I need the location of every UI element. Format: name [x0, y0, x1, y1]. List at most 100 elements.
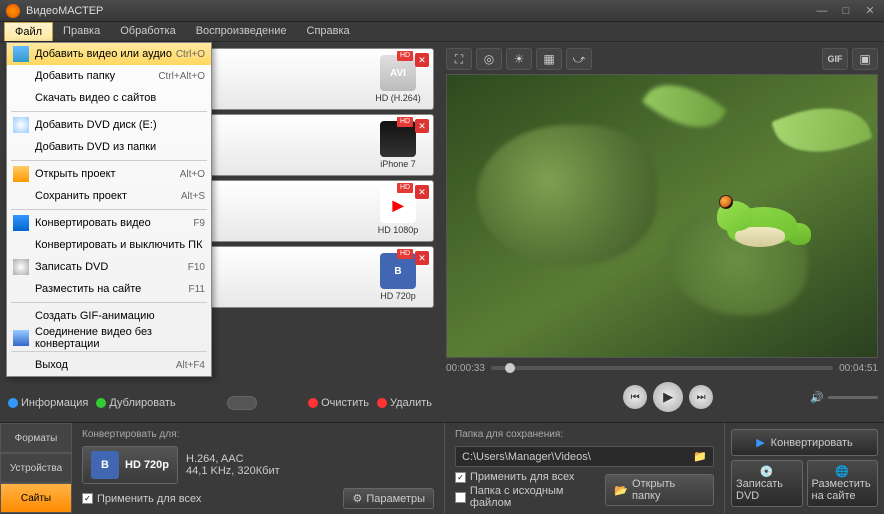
menu-item-label: Добавить видео или аудио [35, 48, 176, 60]
save-path-field[interactable]: C:\Users\Manager\Videos\ 📁 [455, 446, 714, 467]
menu-shortcut: Alt+O [180, 169, 205, 180]
menu-item[interactable]: Конвертировать видеоF9 [7, 212, 211, 234]
params-button[interactable]: ⚙Параметры [343, 488, 434, 509]
next-button[interactable]: ⏭ [689, 385, 713, 409]
menu-item-label: Создать GIF-анимацию [35, 310, 205, 322]
menu-playback[interactable]: Воспроизведение [186, 22, 297, 41]
add-media-icon [13, 46, 29, 62]
titlebar: ВидеоМАСТЕР — □ ✕ [0, 0, 884, 22]
seek-thumb[interactable] [505, 363, 515, 373]
effects-icon[interactable]: ◎ [476, 48, 502, 70]
source-folder-checkbox[interactable]: Папка с исходным файлом [455, 485, 605, 509]
app-logo-icon [6, 4, 20, 18]
remove-file-button[interactable]: ✕ [415, 251, 429, 265]
menu-shortcut: Alt+S [181, 191, 205, 202]
tab-formats[interactable]: Форматы [0, 423, 72, 453]
menu-item-label: Соединение видео без конвертации [35, 326, 205, 350]
prev-button[interactable]: ⏮ [623, 385, 647, 409]
time-current: 00:00:33 [446, 363, 485, 374]
menu-item-label: Конвертировать видео [35, 217, 193, 229]
merge-icon [13, 330, 29, 346]
menu-help[interactable]: Справка [297, 22, 360, 41]
save-panel: Папка для сохранения: C:\Users\Manager\V… [444, 423, 724, 514]
delete-button[interactable]: Удалить [377, 397, 432, 409]
maximize-button[interactable]: □ [838, 4, 854, 18]
menu-item[interactable]: Добавить DVD диск (E:) [7, 114, 211, 136]
menu-item[interactable]: Записать DVDF10 [7, 256, 211, 278]
remove-file-button[interactable]: ✕ [415, 185, 429, 199]
publish-site-button[interactable]: 🌐Разместить на сайте [807, 460, 879, 507]
playback-controls: ⏮ ▶ ⏭ 🔊 [446, 378, 878, 416]
menu-item[interactable]: Скачать видео с сайтов [7, 87, 211, 109]
convert-button[interactable]: ▶Конвертировать [731, 429, 878, 456]
volume-icon[interactable]: 🔊 [810, 391, 824, 404]
seek-track[interactable] [491, 366, 833, 370]
video-preview[interactable] [446, 74, 878, 358]
menu-item-label: Конвертировать и выключить ПК [35, 239, 205, 251]
format-label: HD (H.264) [375, 93, 421, 103]
menu-shortcut: Ctrl+O [176, 49, 205, 60]
enhance-icon[interactable]: ☀ [506, 48, 532, 70]
format-label: HD 720p [380, 291, 416, 301]
menu-shortcut: F10 [188, 262, 205, 273]
blank-icon [13, 357, 29, 373]
clear-button[interactable]: Очистить [308, 397, 369, 409]
apply-all-checkbox[interactable]: ✓Применить для всех [82, 493, 201, 505]
menu-shortcut: F11 [189, 284, 206, 295]
burn-dvd-button[interactable]: 💿Записать DVD [731, 460, 803, 507]
fullscreen-icon[interactable]: ▣ [852, 48, 878, 70]
menu-item[interactable]: Соединение видео без конвертации [7, 327, 211, 349]
close-button[interactable]: ✕ [862, 4, 878, 18]
globe-icon: 🌐 [835, 465, 849, 478]
hd-badge: HD [397, 249, 413, 259]
menu-item-label: Скачать видео с сайтов [35, 92, 205, 104]
open-folder-button[interactable]: 📂Открыть папку [605, 474, 714, 506]
menu-item[interactable]: ВыходAlt+F4 [7, 354, 211, 376]
text-icon[interactable]: ▦ [536, 48, 562, 70]
play-button[interactable]: ▶ [653, 382, 683, 412]
folder-icon[interactable]: 📁 [693, 450, 707, 463]
menu-item-label: Выход [35, 359, 176, 371]
menu-item[interactable]: Разместить на сайтеF11 [7, 278, 211, 300]
tab-sites[interactable]: Сайты [0, 483, 72, 513]
gif-button[interactable]: GIF [822, 48, 848, 70]
menu-item-label: Добавить DVD из папки [35, 141, 205, 153]
toggle-switch[interactable] [227, 396, 257, 410]
menu-item[interactable]: Добавить видео или аудиоCtrl+O [7, 43, 211, 65]
menu-item[interactable]: Добавить папкуCtrl+Alt+O [7, 65, 211, 87]
menu-item-label: Разместить на сайте [35, 283, 189, 295]
apply-all-save-checkbox[interactable]: ✓Применить для всех [455, 471, 605, 483]
menubar: Файл Правка Обработка Воспроизведение Сп… [0, 22, 884, 42]
convert-label: Конвертировать для: [82, 429, 434, 440]
menu-process[interactable]: Обработка [110, 22, 185, 41]
folder-open-icon: 📂 [614, 484, 628, 497]
format-selector[interactable]: B HD 720p [82, 446, 178, 484]
remove-file-button[interactable]: ✕ [415, 119, 429, 133]
hd-badge: HD [397, 183, 413, 193]
menu-file[interactable]: Файл [4, 22, 53, 41]
blank-icon [13, 188, 29, 204]
duplicate-button[interactable]: Дублировать [96, 397, 175, 409]
format-label: iPhone 7 [380, 159, 416, 169]
menu-item[interactable]: Создать GIF-анимацию [7, 305, 211, 327]
crop-icon[interactable]: ⛶ [446, 48, 472, 70]
menu-item-label: Добавить DVD диск (E:) [35, 119, 205, 131]
speed-icon[interactable]: ⤻ [566, 48, 592, 70]
menu-item[interactable]: Конвертировать и выключить ПК [7, 234, 211, 256]
minimize-button[interactable]: — [814, 4, 830, 18]
menu-item[interactable]: Добавить DVD из папки [7, 136, 211, 158]
action-panel: ▶Конвертировать 💿Записать DVD 🌐Разместит… [724, 423, 884, 514]
dvd-icon [13, 117, 29, 133]
volume-slider[interactable] [828, 396, 878, 399]
tab-devices[interactable]: Устройства [0, 453, 72, 483]
format-tabs: Форматы Устройства Сайты [0, 423, 72, 514]
menu-edit[interactable]: Правка [53, 22, 110, 41]
info-button[interactable]: Информация [8, 397, 88, 409]
menu-item-label: Добавить папку [35, 70, 158, 82]
blank-icon [13, 237, 29, 253]
menu-item[interactable]: Открыть проектAlt+O [7, 163, 211, 185]
menu-item-label: Сохранить проект [35, 190, 181, 202]
remove-file-button[interactable]: ✕ [415, 53, 429, 67]
menu-shortcut: F9 [193, 218, 205, 229]
menu-item[interactable]: Сохранить проектAlt+S [7, 185, 211, 207]
